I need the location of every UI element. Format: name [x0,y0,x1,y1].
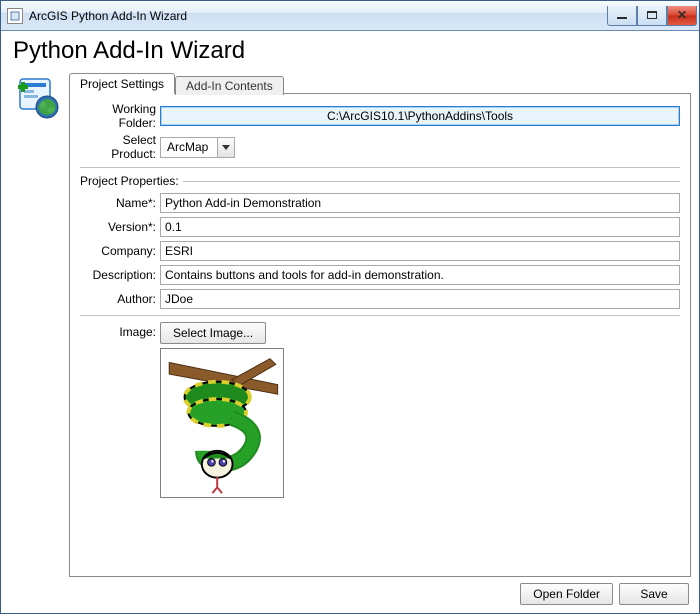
divider [80,167,680,168]
client-area: Python Add-In Wizard [1,31,699,613]
maximize-button[interactable] [637,6,667,26]
tab-content-project-settings: Working Folder: Select Product: ArcMap [69,93,691,577]
window-title: ArcGIS Python Add-In Wizard [29,9,607,23]
fieldset-project-properties: Project Properties: [80,174,680,188]
open-folder-button[interactable]: Open Folder [520,583,613,605]
product-combobox[interactable]: ArcMap [160,137,235,158]
row-name: Name*: [80,192,680,213]
label-name: Name*: [80,196,160,210]
chevron-down-icon [217,138,234,157]
python-snake-image [163,351,281,495]
window-buttons: ✕ [607,6,697,26]
footer: Open Folder Save [1,577,699,613]
close-button[interactable]: ✕ [667,6,697,26]
divider [80,315,680,316]
tabs-area: Project Settings Add-In Contents Working… [69,71,691,577]
label-project-properties: Project Properties: [80,174,183,188]
label-author: Author: [80,292,160,306]
window-frame: ArcGIS Python Add-In Wizard ✕ Python Add… [0,0,700,614]
row-image: Image: Select Image... [80,322,680,498]
version-input[interactable] [160,217,680,237]
name-input[interactable] [160,193,680,213]
description-input[interactable] [160,265,680,285]
titlebar: ArcGIS Python Add-In Wizard ✕ [1,1,699,31]
label-version: Version*: [80,220,160,234]
row-version: Version*: [80,216,680,237]
author-input[interactable] [160,289,680,309]
label-company: Company: [80,244,160,258]
app-icon [7,8,23,24]
page-title: Python Add-In Wizard [1,31,699,71]
product-combobox-value: ArcMap [161,140,217,154]
label-image: Image: [80,322,160,339]
body-row: Project Settings Add-In Contents Working… [1,71,699,577]
row-author: Author: [80,288,680,309]
tabstrip: Project Settings Add-In Contents [69,71,691,93]
row-description: Description: [80,264,680,285]
row-select-product: Select Product: ArcMap [80,133,680,161]
row-working-folder: Working Folder: [80,102,680,130]
label-working-folder: Working Folder: [80,102,160,130]
label-description: Description: [80,268,160,282]
image-preview [160,348,284,498]
save-button[interactable]: Save [619,583,689,605]
working-folder-input[interactable] [160,106,680,126]
label-select-product: Select Product: [80,133,160,161]
minimize-button[interactable] [607,6,637,26]
tab-addin-contents[interactable]: Add-In Contents [175,76,284,95]
select-image-button[interactable]: Select Image... [160,322,266,344]
company-input[interactable] [160,241,680,261]
wizard-addin-icon [9,71,69,577]
row-company: Company: [80,240,680,261]
tab-project-settings[interactable]: Project Settings [69,73,175,94]
